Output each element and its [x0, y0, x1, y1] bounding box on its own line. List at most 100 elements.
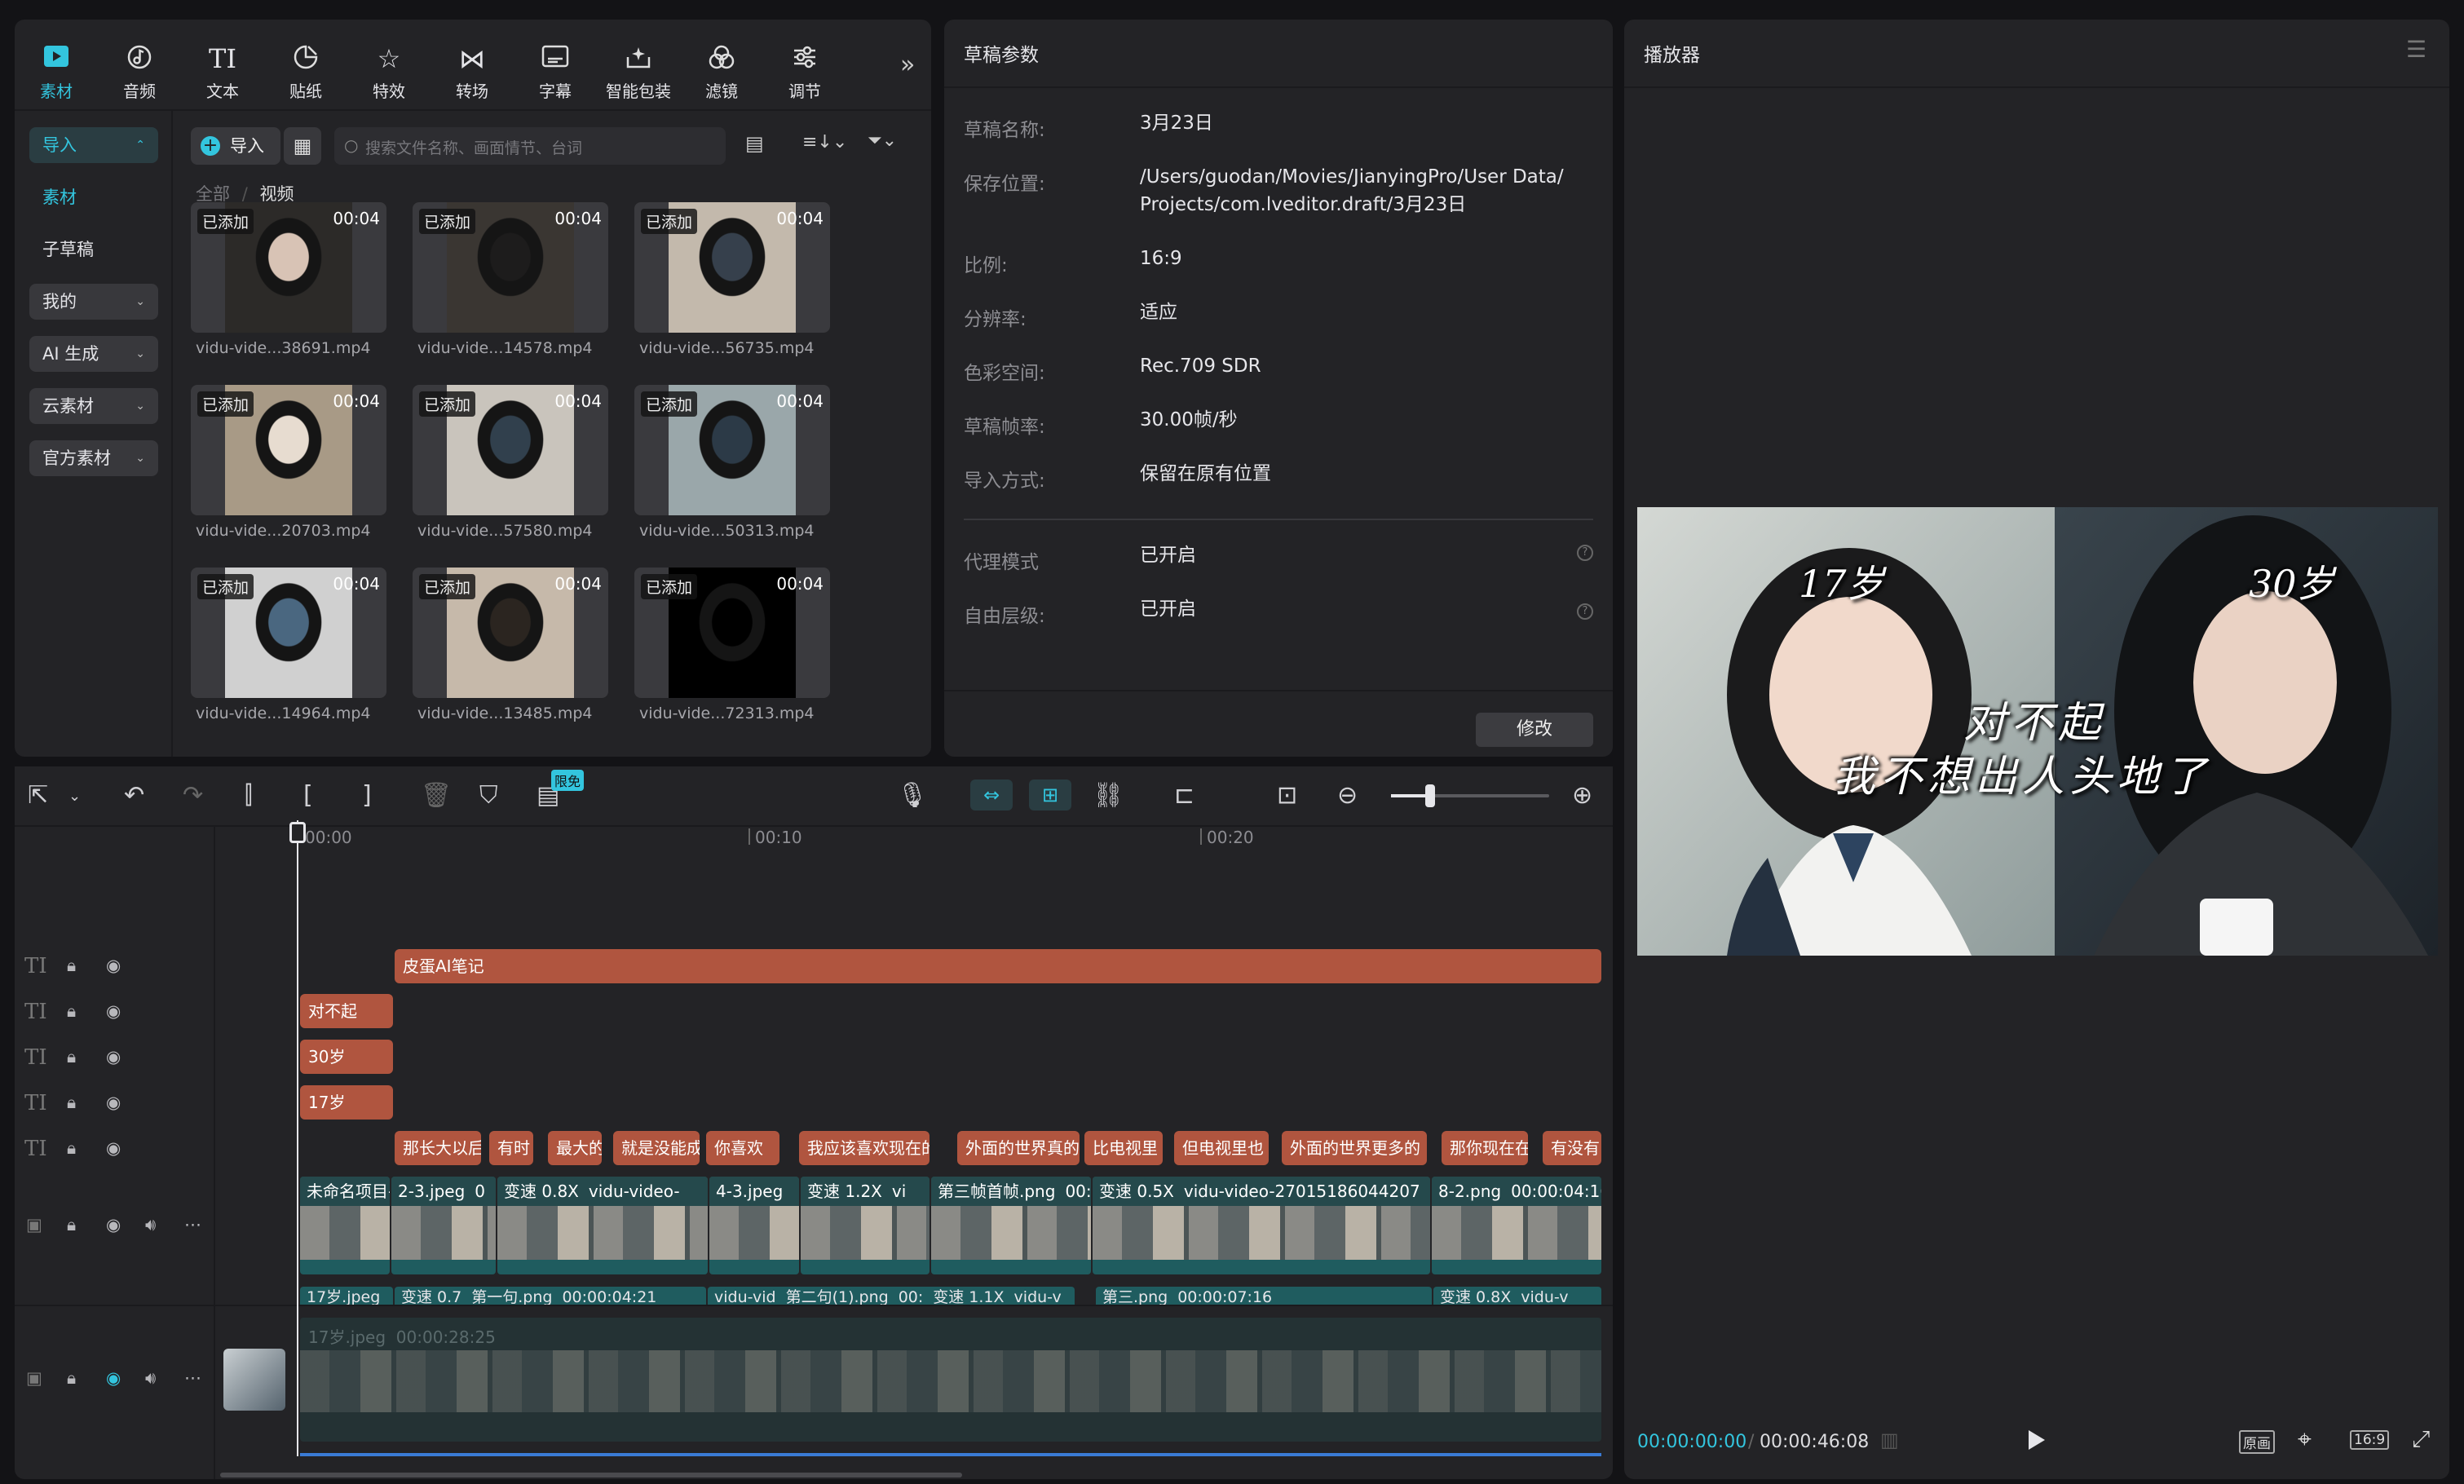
more-tabs-button[interactable]: » [900, 51, 915, 79]
media-thumbnail[interactable]: 已添加 00:04 [413, 568, 608, 698]
text-clip[interactable]: 对不起 [300, 994, 393, 1028]
subtitle-clip[interactable]: 比电视里 [1084, 1131, 1163, 1165]
video-clip[interactable]: 第三帧首帧.png 00: [931, 1177, 1091, 1274]
trim-right-icon[interactable]: ] [362, 781, 372, 810]
lock-icon[interactable]: 🔒︎ [67, 1138, 76, 1159]
subtitle-clip[interactable]: 我应该喜欢现在的 [799, 1131, 930, 1165]
playhead-handle[interactable] [289, 822, 306, 843]
link-icon[interactable]: ⛓ [1093, 781, 1124, 810]
more-options-icon[interactable]: ⋯ [184, 1368, 201, 1388]
video-clip[interactable]: 变速 0.5X vidu-video-27015186044207 [1093, 1177, 1430, 1274]
horizontal-scrollbar[interactable] [220, 1473, 962, 1477]
media-thumbnail[interactable]: 已添加 00:04 [413, 202, 608, 333]
split-icon[interactable]: ⫿ [245, 781, 253, 810]
sidebar-import-dropdown[interactable]: 导入 ⌃ [29, 127, 158, 163]
video-clip[interactable]: 变速 0.8X vidu-video- [497, 1177, 708, 1274]
thumbnail-mode-icon[interactable]: ⊡ [1277, 781, 1297, 810]
trim-left-icon[interactable]: [ [303, 781, 313, 810]
main-track-magnet-button[interactable]: ⇔ [970, 780, 1013, 810]
lock-icon[interactable]: 🔒︎ [67, 1047, 76, 1067]
snap-button[interactable]: ⊞ [1029, 780, 1071, 810]
subtitle-clip[interactable]: 就是没能成 [613, 1131, 700, 1165]
media-thumbnail[interactable]: 已添加 00:04 [413, 385, 608, 515]
filter-icon[interactable]: ⏷⌄ [868, 130, 897, 151]
tab-sticker[interactable]: 贴纸 [267, 44, 344, 102]
play-button[interactable] [2029, 1430, 2045, 1450]
subtitle-clip[interactable]: 外面的世界真的 [957, 1131, 1080, 1165]
subtitle-clip[interactable]: 你喜欢 [706, 1131, 779, 1165]
tab-effects[interactable]: ☆ 特效 [351, 44, 427, 102]
video-clip[interactable]: 17岁.jpeg [300, 1287, 393, 1305]
sidebar-item-official[interactable]: 官方素材 ⌄ [29, 440, 158, 476]
lock-icon[interactable]: 🔒︎ [67, 1215, 76, 1235]
menu-icon[interactable]: ☰ [2406, 36, 2426, 63]
zoom-in-icon[interactable]: ⊕ [1572, 781, 1592, 810]
sidebar-item-subdraft[interactable]: 子草稿 [29, 232, 158, 267]
delete-icon[interactable]: 🗑 [421, 781, 452, 810]
eye-icon[interactable]: ◉ [106, 1093, 121, 1112]
video-clip[interactable]: 4-3.jpeg [709, 1177, 799, 1274]
chevron-down-icon[interactable]: ⌄ [68, 788, 81, 805]
eye-icon[interactable]: ◉ [106, 1047, 121, 1067]
tab-media[interactable]: 素材 [18, 44, 95, 102]
subtitle-clip[interactable]: 外面的世界更多的 [1282, 1131, 1427, 1165]
fullscreen-icon[interactable]: ⤢ [2412, 1425, 2430, 1453]
video-clip[interactable]: 8-2.png 00:00:04:16 [1432, 1177, 1601, 1274]
lock-icon[interactable]: 🔒︎ [67, 1001, 76, 1022]
tab-captions[interactable]: 字幕 [517, 44, 594, 102]
text-clip[interactable]: 17岁 [300, 1085, 393, 1120]
subtitle-clip[interactable]: 有时 [489, 1131, 533, 1165]
subtitle-clip[interactable]: 最大的 [548, 1131, 602, 1165]
grid-view-icon[interactable]: ▦ [284, 127, 321, 165]
layout-view-icon[interactable]: ▤ [745, 132, 764, 155]
breadcrumb-all[interactable]: 全部 [196, 184, 230, 204]
eye-icon[interactable]: ◉ [106, 1138, 121, 1158]
tab-filter[interactable]: 滤镜 [683, 44, 760, 102]
video-clip[interactable]: 第三.png 00:00:07:16 [1096, 1287, 1432, 1305]
lock-icon[interactable]: 🔒︎ [67, 1368, 76, 1389]
tab-audio[interactable]: 音频 [101, 44, 178, 102]
ratio-button[interactable]: 16:9 [2350, 1430, 2390, 1450]
text-clip[interactable]: 皮蛋AI笔记 [395, 949, 1601, 983]
subtitle-clip[interactable]: 但电视里也 [1174, 1131, 1269, 1165]
help-icon[interactable]: ? [1577, 545, 1593, 561]
sidebar-item-media[interactable]: 素材 [29, 179, 158, 215]
video-clip[interactable]: vidu-vid 第二句(1).png 00: 变速 1.1X vidu-v [708, 1287, 1075, 1305]
playhead[interactable] [297, 820, 298, 1456]
lock-icon[interactable]: 🔒︎ [67, 956, 76, 976]
video-clip[interactable]: 未命名项目- [300, 1177, 390, 1274]
eye-icon[interactable]: ◉ [106, 1215, 121, 1234]
video-clip[interactable]: 变速 0.7 第一句.png 00:00:04:21 [395, 1287, 706, 1305]
zoom-out-icon[interactable]: ⊖ [1337, 781, 1358, 810]
more-options-icon[interactable]: ⋯ [184, 1215, 201, 1234]
sidebar-item-ai[interactable]: AI 生成 ⌄ [29, 336, 158, 372]
media-thumbnail[interactable]: 已添加 00:04 [191, 568, 386, 698]
volume-icon[interactable]: 🔊︎ [145, 1368, 156, 1389]
import-button[interactable]: + 导入 [191, 127, 280, 165]
video-clip[interactable]: 2-3.jpeg 0 [391, 1177, 496, 1274]
screenshot-focus-icon[interactable]: ⌖ [2298, 1425, 2312, 1454]
subtitle-clip[interactable]: 那你现在在 [1442, 1131, 1528, 1165]
cover-thumbnail[interactable] [223, 1349, 285, 1411]
modify-button[interactable]: 修改 [1476, 713, 1593, 747]
background-video-clip[interactable]: 17岁.jpeg 00:00:28:25 [300, 1318, 1601, 1442]
eye-icon[interactable]: ◉ [106, 956, 121, 975]
redo-icon[interactable]: ↷ [183, 781, 203, 810]
help-icon[interactable]: ? [1577, 603, 1593, 620]
sidebar-item-cloud[interactable]: 云素材 ⌄ [29, 388, 158, 424]
video-clip[interactable]: 变速 0.8X vidu-v [1433, 1287, 1601, 1305]
media-thumbnail[interactable]: 已添加 00:04 [634, 202, 830, 333]
sidebar-item-mine[interactable]: 我的 ⌄ [29, 284, 158, 320]
tab-text[interactable]: TI 文本 [184, 44, 261, 102]
video-clip[interactable]: 变速 1.2X vi [801, 1177, 930, 1274]
subtitle-clip[interactable]: 有没有 [1543, 1131, 1601, 1165]
waveform-icon[interactable]: ▥ [1880, 1429, 1899, 1451]
search-input[interactable]: ○ 搜索文件名称、画面情节、台词 [334, 127, 726, 165]
media-thumbnail[interactable]: 已添加 00:04 [634, 568, 830, 698]
zoom-slider[interactable] [1391, 784, 1549, 807]
volume-icon[interactable]: 🔊︎ [145, 1215, 156, 1235]
media-thumbnail[interactable]: 已添加 00:04 [191, 385, 386, 515]
zoom-slider-handle[interactable] [1425, 784, 1435, 807]
media-thumbnail[interactable]: 已添加 00:04 [191, 202, 386, 333]
eye-icon[interactable]: ◉ [106, 1001, 121, 1021]
